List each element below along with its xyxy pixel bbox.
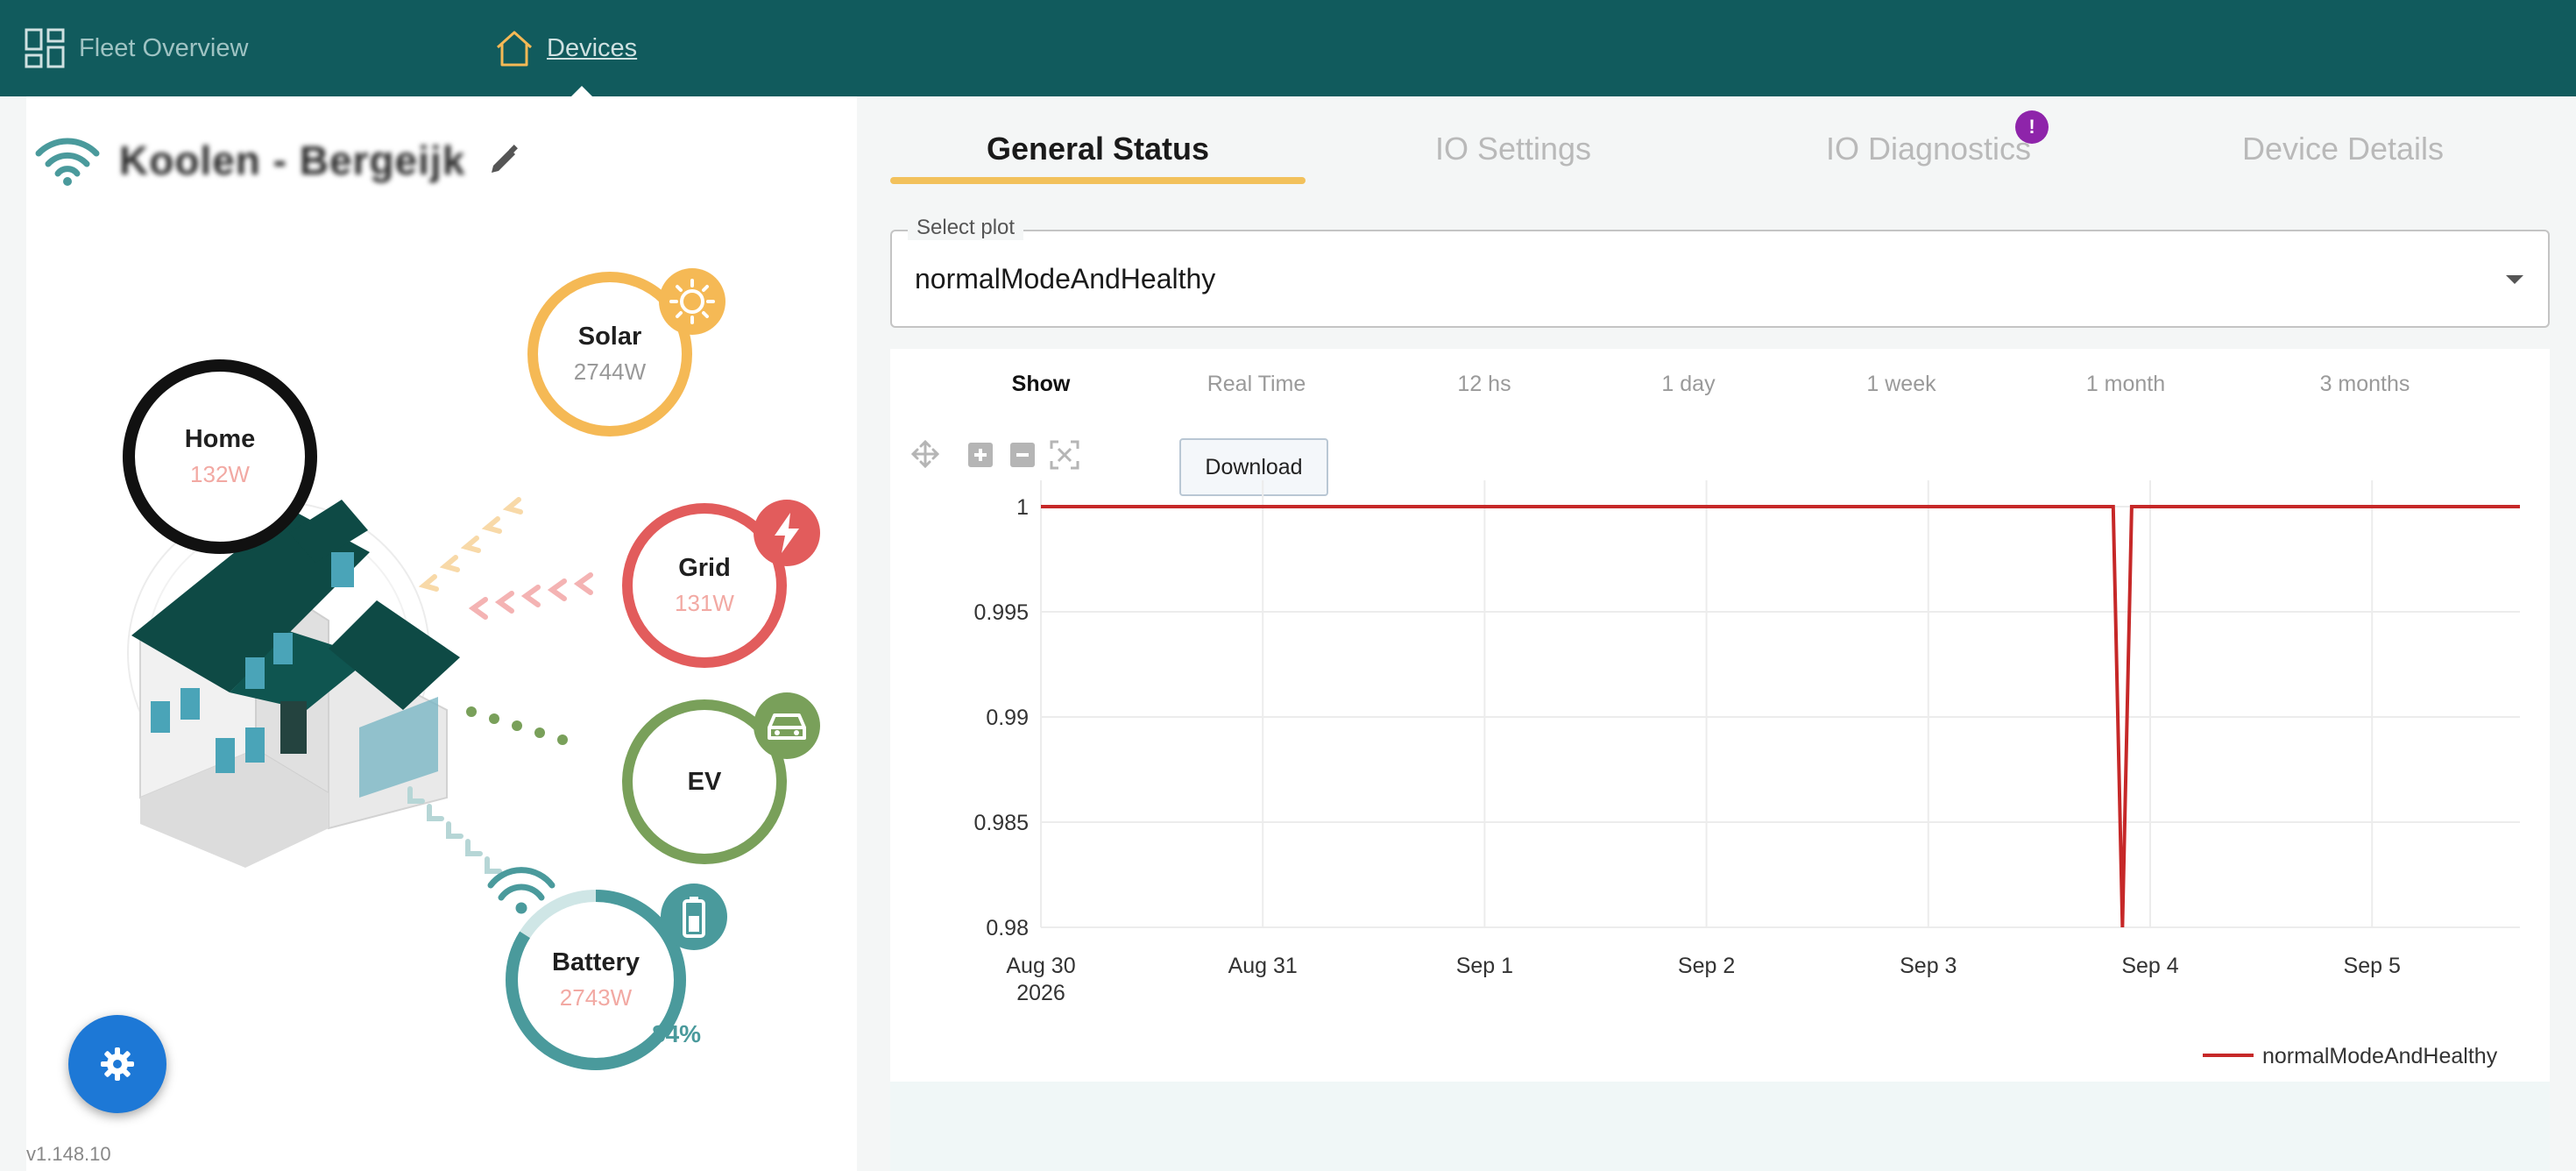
home-node: Home 132W	[123, 359, 317, 554]
tab-io-settings-label: IO Settings	[1434, 131, 1592, 167]
x-tick-label: Sep 1	[1456, 954, 1513, 978]
nav-devices-label: Devices	[547, 33, 638, 62]
diagnostics-alert-badge: !	[2015, 110, 2049, 144]
active-nav-indicator	[571, 86, 592, 96]
panel-bottom	[890, 1082, 2550, 1171]
line-chart: 1 0.995 0.99 0.985 0.98 Aug 30 2026 Aug 31 Sep 1…	[973, 480, 2520, 1068]
x-tick-label: Sep 4	[2121, 954, 2178, 978]
car-icon	[754, 692, 820, 759]
solar-label: Solar	[577, 323, 642, 351]
nav-fleet-overview-label: Fleet Overview	[79, 33, 249, 62]
grid-icon	[25, 28, 65, 68]
y-tick-label: 0.985	[973, 811, 1029, 835]
chart-card: Show Real Time 12 hs 1 day 1 week 1 mont…	[890, 349, 2550, 1082]
sun-icon	[659, 268, 725, 335]
settings-button[interactable]	[68, 1015, 166, 1113]
y-tick-label: 0.995	[973, 600, 1029, 625]
grid-label: Grid	[678, 554, 731, 582]
battery-icon	[661, 884, 727, 950]
x-tick-label: 2026	[1016, 981, 1065, 1005]
ev-label: EV	[687, 767, 722, 796]
home-icon	[496, 31, 533, 67]
top-nav-bar: Fleet Overview Devices	[0, 0, 2576, 96]
legend-label: normalModeAndHealthy	[2262, 1044, 2498, 1068]
x-tick-label: Sep 5	[2344, 954, 2401, 978]
nav-devices[interactable]: Devices	[494, 0, 637, 96]
battery-percent: 84%	[652, 1020, 702, 1047]
home-value: 132W	[190, 461, 250, 487]
tab-io-diagnostics-label: IO Diagnostics	[1825, 131, 2032, 167]
y-tick-label: 1	[1016, 495, 1029, 520]
active-tab-indicator	[890, 177, 1306, 184]
gear-icon	[101, 1047, 134, 1081]
battery-value: 2743W	[559, 984, 633, 1011]
nav-fleet-overview[interactable]: Fleet Overview	[25, 0, 248, 96]
grid-value: 131W	[675, 590, 734, 616]
tab-io-diagnostics[interactable]: IO Diagnostics	[1721, 114, 2136, 184]
chevron-down-icon	[2506, 275, 2523, 284]
tab-io-settings[interactable]: IO Settings	[1306, 114, 1721, 184]
battery-node: Battery 2743W	[520, 905, 671, 1055]
device-tabs: General Status IO Settings IO Diagnostic…	[890, 110, 2550, 184]
x-tick-label: Aug 31	[1228, 954, 1298, 978]
tab-device-details[interactable]: Device Details	[2136, 114, 2550, 184]
tab-general-status-label: General Status	[986, 131, 1210, 167]
home-label: Home	[184, 425, 256, 453]
x-tick-label: Sep 2	[1678, 954, 1735, 978]
plot-select[interactable]: normalModeAndHealthy	[890, 230, 2550, 328]
tab-device-details-label: Device Details	[2241, 131, 2445, 167]
x-tick-label: Aug 30	[1006, 954, 1075, 978]
device-overview-panel: Koolen - Bergeijk Solar 2744W Home 132W …	[26, 96, 857, 1171]
x-tick-label: Sep 3	[1900, 954, 1957, 978]
solar-value: 2744W	[573, 358, 647, 385]
tab-general-status[interactable]: General Status	[890, 114, 1306, 184]
battery-label: Battery	[552, 948, 640, 976]
app-version: v1.148.10	[26, 1143, 111, 1165]
lightning-icon	[754, 500, 820, 566]
plot-select-value: normalModeAndHealthy	[915, 262, 1216, 295]
y-tick-label: 0.98	[986, 916, 1029, 940]
y-tick-label: 0.99	[986, 706, 1029, 730]
plot-select-label: Select plot	[908, 216, 1024, 240]
